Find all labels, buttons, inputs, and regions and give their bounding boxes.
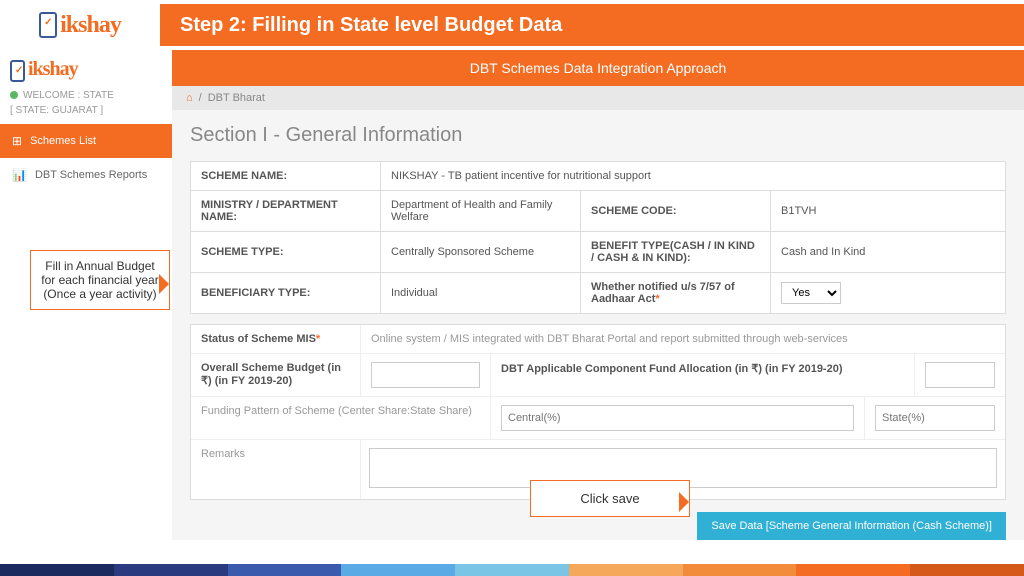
logo-top: ikshay <box>0 12 160 39</box>
content-area: DBT Schemes Data Integration Approach ⌂ … <box>172 50 1024 540</box>
ministry-value: Department of Health and Family Welfare <box>381 191 581 232</box>
state-percent-input[interactable] <box>875 405 995 431</box>
callout-save: Click save <box>530 480 690 517</box>
scheme-name-value: NIKSHAY - TB patient incentive for nutri… <box>381 162 1006 191</box>
scheme-type-value: Centrally Sponsored Scheme <box>381 232 581 273</box>
save-button[interactable]: Save Data [Scheme General Information (C… <box>697 512 1006 540</box>
status-mis-value: Online system / MIS integrated with DBT … <box>361 325 1005 353</box>
benefit-type-label: BENEFIT TYPE(CASH / IN KIND / CASH & IN … <box>581 232 771 273</box>
central-percent-input[interactable] <box>501 405 854 431</box>
breadcrumb-sep: / <box>199 92 202 104</box>
nav-label: Schemes List <box>30 135 96 147</box>
callout-budget: Fill in Annual Budget for each financial… <box>30 250 170 310</box>
ministry-label: MINISTRY / DEPARTMENT NAME: <box>191 191 381 232</box>
section-title: Section I - General Information <box>190 124 1006 147</box>
banner-title: DBT Schemes Data Integration Approach <box>172 50 1024 86</box>
scheme-code-value: B1TVH <box>771 191 1006 232</box>
dbt-component-input[interactable] <box>925 362 995 388</box>
benefit-type-value: Cash and In Kind <box>771 232 1006 273</box>
nav-dbt-reports[interactable]: 📊 DBT Schemes Reports <box>0 158 172 192</box>
overall-budget-label: Overall Scheme Budget (in ₹) (in FY 2019… <box>191 354 361 396</box>
nav-schemes-list[interactable]: ⊞ Schemes List <box>0 124 172 158</box>
status-mis-label: Status of Scheme MIS* <box>191 325 361 353</box>
info-table: SCHEME NAME: NIKSHAY - TB patient incent… <box>190 161 1006 314</box>
dashboard-icon: 📊 <box>12 168 27 182</box>
logo-text: ikshay <box>28 58 78 80</box>
welcome-text: WELCOME : STATE <box>0 88 172 103</box>
scheme-name-label: SCHEME NAME: <box>191 162 381 191</box>
beneficiary-value: Individual <box>381 273 581 314</box>
footer-stripe <box>0 564 1024 576</box>
form-section: Status of Scheme MIS* Online system / MI… <box>190 324 1006 500</box>
phone-icon <box>10 60 25 82</box>
nav-label: DBT Schemes Reports <box>35 169 147 181</box>
aadhaar-label: Whether notified u/s 7/57 of Aadhaar Act… <box>581 273 771 314</box>
logo-side: ikshay <box>0 50 172 88</box>
phone-icon <box>39 12 57 38</box>
scheme-code-label: SCHEME CODE: <box>581 191 771 232</box>
scheme-type-label: SCHEME TYPE: <box>191 232 381 273</box>
step-title: Step 2: Filling in State level Budget Da… <box>160 4 1024 46</box>
overall-budget-input[interactable] <box>371 362 480 388</box>
state-label: [ STATE: GUJARAT ] <box>0 103 172 124</box>
remarks-label: Remarks <box>191 440 361 499</box>
funding-pattern-label: Funding Pattern of Scheme (Center Share:… <box>191 397 491 439</box>
breadcrumb-item[interactable]: DBT Bharat <box>208 92 265 104</box>
status-dot-icon <box>10 91 18 99</box>
aadhaar-select-cell: Yes <box>771 273 1006 314</box>
aadhaar-select[interactable]: Yes <box>781 282 841 304</box>
logo-text: ikshay <box>60 12 121 39</box>
dashboard-icon: ⊞ <box>12 134 22 148</box>
dbt-component-label: DBT Applicable Component Fund Allocation… <box>491 354 915 396</box>
breadcrumb: ⌂ / DBT Bharat <box>172 86 1024 110</box>
beneficiary-label: BENEFICIARY TYPE: <box>191 273 381 314</box>
home-icon[interactable]: ⌂ <box>186 92 193 104</box>
